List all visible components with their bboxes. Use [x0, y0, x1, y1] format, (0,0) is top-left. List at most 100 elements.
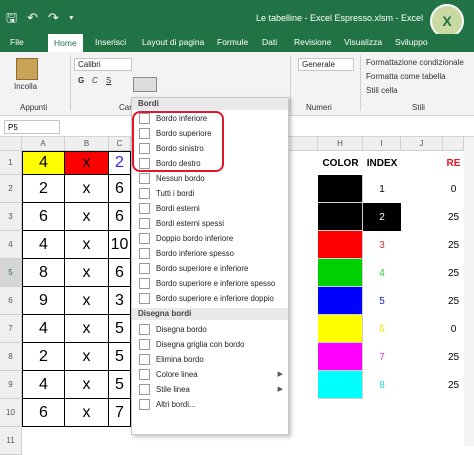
cell-c[interactable]: 2 [109, 151, 131, 175]
tab-inserisci[interactable]: Inserisci [95, 37, 126, 47]
menu-item-line-style[interactable]: Stile linea ▶ [132, 382, 288, 397]
cell-a[interactable]: 6 [22, 399, 65, 427]
cell-c[interactable]: 3 [109, 287, 131, 315]
column-header-a[interactable]: A [22, 137, 65, 151]
menu-item-double-bottom[interactable]: Doppio bordo inferiore [132, 231, 288, 246]
menu-item-none[interactable]: Nessun bordo [132, 171, 288, 186]
cell-b[interactable]: x [65, 151, 109, 175]
cell-styles-button[interactable]: Stili cella [366, 86, 398, 95]
color-swatch[interactable] [318, 315, 363, 343]
cell-c[interactable]: 6 [109, 175, 131, 203]
row-header[interactable]: 7 [0, 315, 22, 343]
cell-b[interactable]: x [65, 203, 109, 231]
menu-item-draw-border-grid[interactable]: Disegna griglia con bordo [132, 337, 288, 352]
cell-c[interactable]: 7 [109, 399, 131, 427]
row-header[interactable]: 3 [0, 203, 22, 231]
format-table-button[interactable]: Formatta come tabella [366, 72, 446, 81]
tab-formule[interactable]: Formule [217, 37, 248, 47]
row-header[interactable]: 9 [0, 371, 22, 399]
cell-b[interactable]: x [65, 315, 109, 343]
tab-dati[interactable]: Dati [262, 37, 277, 47]
cell-b[interactable]: x [65, 231, 109, 259]
index-value[interactable]: 1 [363, 175, 401, 203]
cell-c[interactable]: 10 [109, 231, 131, 259]
index-value[interactable]: 8 [363, 371, 401, 399]
color-swatch[interactable] [318, 175, 363, 203]
tab-revisione[interactable]: Revisione [294, 37, 331, 47]
cell-a[interactable]: 6 [22, 203, 65, 231]
tab-home[interactable]: Home [48, 34, 83, 52]
row-header[interactable]: 1 [0, 151, 22, 175]
cell-a[interactable]: 8 [22, 259, 65, 287]
index-value[interactable]: 2 [363, 203, 401, 231]
re-value[interactable]: 25 [443, 371, 464, 399]
underline-button[interactable]: S [106, 76, 111, 85]
menu-item-thick-outside[interactable]: Bordi esterni spessi [132, 216, 288, 231]
cell-c[interactable]: 5 [109, 371, 131, 399]
column-header-j[interactable]: J [401, 137, 443, 151]
index-value[interactable]: 5 [363, 287, 401, 315]
re-value[interactable]: 25 [443, 259, 464, 287]
color-swatch[interactable] [318, 287, 363, 315]
row-header[interactable]: 10 [0, 399, 22, 427]
cell-c[interactable]: 6 [109, 259, 131, 287]
row-header[interactable]: 11 [0, 427, 22, 455]
select-all-corner[interactable] [0, 137, 22, 151]
paste-button[interactable]: Incolla [14, 82, 37, 91]
color-swatch[interactable] [318, 231, 363, 259]
cell-b[interactable]: x [65, 399, 109, 427]
menu-item-draw-border[interactable]: Disegna bordo [132, 322, 288, 337]
row-header[interactable]: 5 [0, 259, 22, 287]
cell-a[interactable]: 4 [22, 315, 65, 343]
cell-b[interactable]: x [65, 287, 109, 315]
tab-sviluppo[interactable]: Sviluppo [395, 37, 428, 47]
index-value[interactable]: 4 [363, 259, 401, 287]
index-value[interactable]: 7 [363, 343, 401, 371]
cell-a[interactable]: 9 [22, 287, 65, 315]
column-header-c[interactable]: C [109, 137, 131, 151]
quick-access-toolbar[interactable]: 🖫↶↷▾ [6, 9, 84, 31]
menu-item-line-color[interactable]: Colore linea ▶ [132, 367, 288, 382]
re-value[interactable]: 25 [443, 203, 464, 231]
index-value[interactable]: 6 [363, 315, 401, 343]
cell-b[interactable]: x [65, 343, 109, 371]
cell-c[interactable]: 5 [109, 315, 131, 343]
conditional-format-button[interactable]: Formattazione condizionale [366, 58, 464, 67]
tab-file[interactable]: File [10, 37, 24, 47]
re-value[interactable]: 25 [443, 287, 464, 315]
color-swatch[interactable] [318, 203, 363, 231]
row-header[interactable]: 6 [0, 287, 22, 315]
row-header[interactable]: 4 [0, 231, 22, 259]
font-name-select[interactable]: Calibri [74, 58, 132, 71]
cell-a[interactable]: 4 [22, 371, 65, 399]
column-header-g[interactable] [290, 137, 318, 151]
menu-item-top-double-bottom[interactable]: Bordo superiore e inferiore doppio [132, 291, 288, 306]
menu-item-all[interactable]: Tutti i bordi [132, 186, 288, 201]
menu-item-thick-bottom[interactable]: Bordo inferiore spesso [132, 246, 288, 261]
tab-visualizza[interactable]: Visualizza [344, 37, 382, 47]
menu-item-outside[interactable]: Bordi esterni [132, 201, 288, 216]
cell-a[interactable]: 2 [22, 343, 65, 371]
index-value[interactable]: 3 [363, 231, 401, 259]
paste-icon[interactable] [16, 58, 38, 80]
re-value[interactable]: 0 [443, 315, 464, 343]
menu-item-erase-border[interactable]: Elimina bordo [132, 352, 288, 367]
menu-item-more-borders[interactable]: Altri bordi... [132, 397, 288, 412]
row-header[interactable]: 2 [0, 175, 22, 203]
column-header-k[interactable] [443, 137, 464, 151]
vertical-scrollbar[interactable] [464, 137, 474, 446]
color-swatch[interactable] [318, 259, 363, 287]
cell-b[interactable]: x [65, 175, 109, 203]
menu-item-top-bottom[interactable]: Bordo superiore e inferiore [132, 261, 288, 276]
cell-a[interactable]: 2 [22, 175, 65, 203]
cell-b[interactable]: x [65, 259, 109, 287]
re-value[interactable]: 25 [443, 231, 464, 259]
menu-item-top-thick-bottom[interactable]: Bordo superiore e inferiore spesso [132, 276, 288, 291]
row-header[interactable]: 8 [0, 343, 22, 371]
color-swatch[interactable] [318, 371, 363, 399]
cell-a[interactable]: 4 [22, 151, 65, 175]
cell-a[interactable]: 4 [22, 231, 65, 259]
column-header-b[interactable]: B [65, 137, 109, 151]
cell-c[interactable]: 5 [109, 343, 131, 371]
column-header-i[interactable]: I [363, 137, 401, 151]
